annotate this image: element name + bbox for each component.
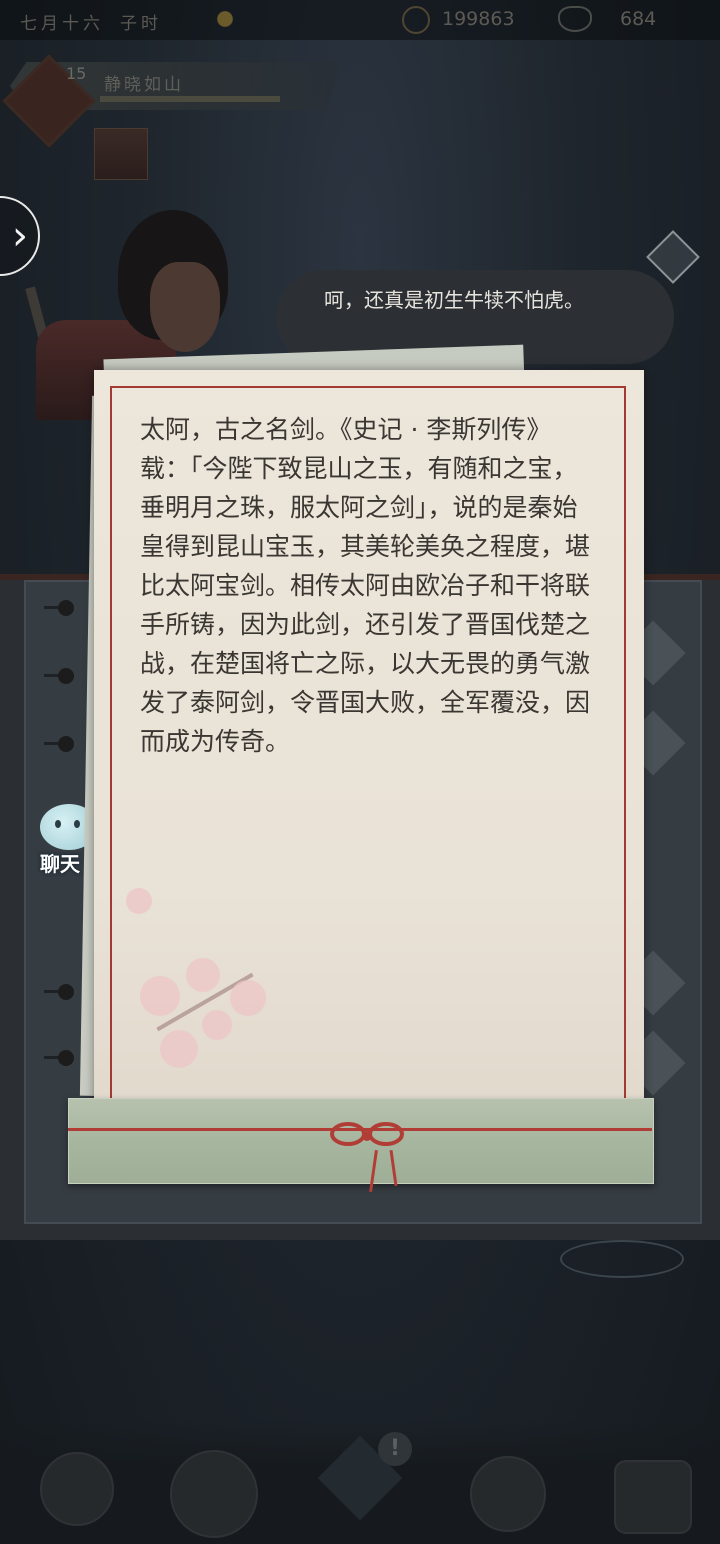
blossom-petal: [160, 1030, 198, 1068]
nav-item-2-icon: [170, 1450, 258, 1538]
nav-item-5-icon: [614, 1460, 692, 1534]
top-status-bar: 七月十六 子时 199863 684: [0, 0, 720, 40]
chat-button-label[interactable]: 聊天: [40, 848, 80, 877]
nav-item-4-icon: [470, 1456, 546, 1532]
npc-face: [150, 262, 220, 352]
game-date: 七月十六: [20, 14, 104, 34]
blossom-petal: [230, 980, 266, 1016]
player-name: 静晓如山: [104, 75, 184, 95]
panel-node: [58, 600, 74, 616]
coin-count: 199863: [442, 8, 515, 30]
player-level: 15: [66, 64, 87, 83]
chat-icon-eye: [74, 820, 80, 828]
npc-speech-text: 呵，还真是初生牛犊不怕虎。: [324, 288, 584, 312]
sun-icon: [212, 6, 238, 32]
water-ripple: [560, 1240, 684, 1278]
blossom-petal: [186, 958, 220, 992]
blossom-petal: [140, 976, 180, 1016]
experience-bar: [100, 96, 280, 102]
panel-node: [58, 984, 74, 1000]
companion-portrait[interactable]: [94, 128, 148, 180]
nav-item-5[interactable]: [600, 1446, 700, 1536]
notification-badge: !: [378, 1432, 412, 1466]
game-time: 子时: [120, 14, 162, 34]
chat-icon-eye: [55, 820, 61, 828]
chevron-right-icon: ›: [12, 213, 28, 259]
nav-item-1-icon: [40, 1452, 114, 1526]
nav-item-1[interactable]: [20, 1446, 120, 1536]
nav-item-2[interactable]: [160, 1446, 260, 1538]
panel-node: [58, 736, 74, 752]
bow-icon: [330, 1122, 404, 1146]
panel-node: [58, 668, 74, 684]
ingot-count: 684: [620, 8, 657, 30]
panel-node: [58, 1050, 74, 1066]
coin-icon[interactable]: [402, 6, 430, 34]
blossom-petal: [126, 888, 152, 914]
nav-item-4[interactable]: [450, 1446, 550, 1536]
ingot-icon[interactable]: [558, 6, 592, 32]
blossom-petal: [202, 1010, 232, 1040]
scroll-text: 太阿，古之名剑。《史记 · 李斯列传》载：「今陛下致昆山之玉，有随和之宝，垂明月…: [140, 415, 591, 756]
